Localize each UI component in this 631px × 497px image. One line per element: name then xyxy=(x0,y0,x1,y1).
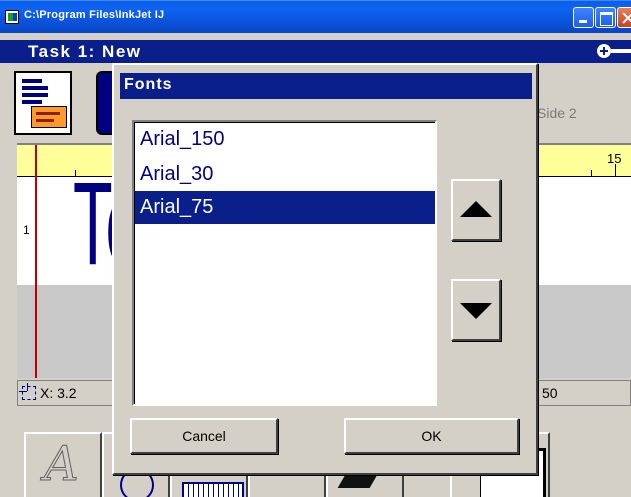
list-item-selected[interactable]: Arial_75 xyxy=(135,191,435,224)
app-icon xyxy=(5,10,19,24)
arrow-up-icon xyxy=(460,201,492,217)
font-tool-icon[interactable]: A xyxy=(24,432,102,497)
dialog-title: Fonts xyxy=(124,76,173,93)
ok-button[interactable]: OK xyxy=(344,418,519,454)
status-value: 50 xyxy=(542,385,558,401)
coordinate-readout: X: 3.2 xyxy=(40,385,77,401)
list-item[interactable]: Arial_30 xyxy=(135,158,435,191)
crosshair-icon xyxy=(19,383,36,400)
window-title: C:\Program Files\InkJet IJ xyxy=(24,9,165,21)
list-item[interactable]: Arial_150 xyxy=(135,123,435,156)
app-root: C:\Program Files\InkJet IJ Task 1: New S… xyxy=(0,0,631,497)
fonts-dialog: Fonts Arial_150 Arial_30 Arial_75 Cancel… xyxy=(112,63,538,475)
task-header: Task 1: New xyxy=(0,40,631,63)
font-list[interactable]: Arial_150 Arial_30 Arial_75 xyxy=(132,120,437,406)
line-number: 1 xyxy=(23,223,30,237)
ruler-number: 15 xyxy=(607,151,622,166)
margin-line xyxy=(35,145,37,378)
task-title: Task 1: New xyxy=(28,42,142,61)
maximize-icon[interactable] xyxy=(595,7,616,28)
plus-minus-toggle-icon[interactable] xyxy=(597,44,631,58)
arrow-down-icon xyxy=(460,303,492,319)
minimize-icon[interactable] xyxy=(573,7,594,28)
window-titlebar: C:\Program Files\InkJet IJ xyxy=(0,0,631,33)
cancel-button[interactable]: Cancel xyxy=(130,418,278,454)
dialog-titlebar: Fonts xyxy=(120,73,532,99)
scroll-up-button[interactable] xyxy=(451,179,501,241)
side-2-label[interactable]: Side 2 xyxy=(537,105,577,121)
close-icon[interactable] xyxy=(617,7,631,28)
scroll-down-button[interactable] xyxy=(451,279,501,341)
document-icon[interactable] xyxy=(14,71,72,135)
